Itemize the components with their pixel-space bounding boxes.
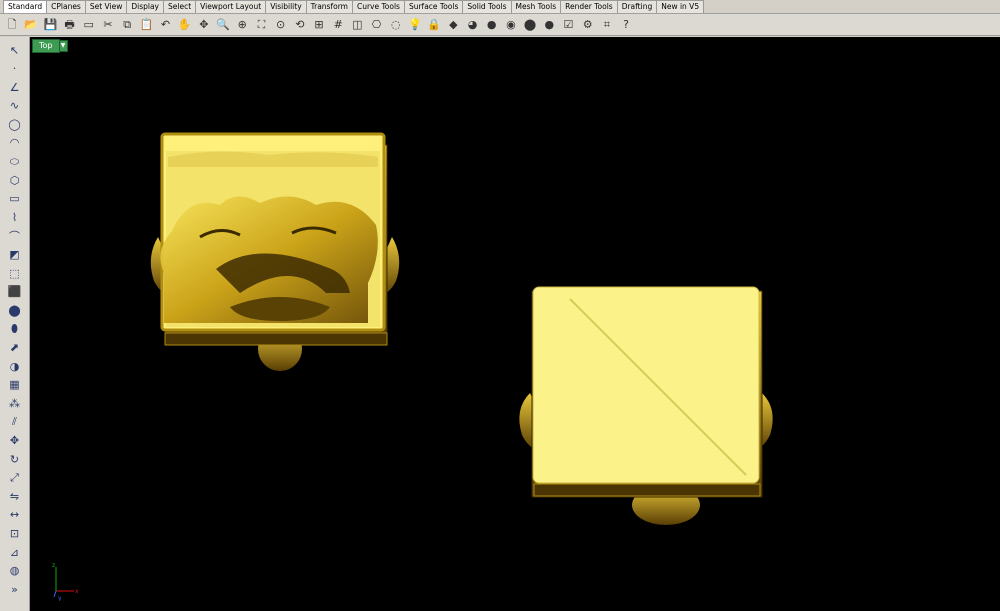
print-icon[interactable]: 🖶 xyxy=(62,17,78,33)
axis-x-label: x xyxy=(75,588,79,595)
cylinder-icon[interactable]: ⬮ xyxy=(5,321,25,337)
left-sidebar-toolbar: ↖ · ∠ ∿ ◯ ◠ ⬭ ⬡ ▭ ⌇ ⌒ ◩ ⬚ ⬛ ⬤ ⬮ ⬈ ◑ ▦ ⁂ ⫽ ✥ ↻ ⤢ ⇋ ↔ ⊡ ⊿ ◍ » xyxy=(0,37,30,611)
import-icon[interactable]: ▭ xyxy=(81,17,97,33)
help-icon[interactable]: ? xyxy=(618,17,634,33)
undo-icon[interactable]: ↶ xyxy=(158,17,174,33)
viewport-layout-icon[interactable]: ⊞ xyxy=(311,17,327,33)
mesh-icon[interactable]: ▦ xyxy=(5,377,25,393)
tab-cplanes[interactable]: CPlanes xyxy=(46,0,86,13)
analyze-icon[interactable]: ⊿ xyxy=(5,544,25,560)
top-viewport[interactable]: Top ▼ x z y xyxy=(30,37,1000,611)
standard-toolbar: 🗋 📂 💾 🖶 ▭ ✂ ⧉ 📋 ↶ ✋ ✥ 🔍 ⊕ ⛶ ⊙ ⟲ ⊞ # ◫ ⎔ ◌ 💡 🔒 ◆ ◕ ● ◉ ⬤ ● ☑ ⚙ ⌗? xyxy=(0,14,1000,36)
zoom-extents-icon[interactable]: ⛶ xyxy=(253,17,269,33)
mirror-icon[interactable]: ⇋ xyxy=(5,488,25,504)
scale-icon[interactable]: ⤢ xyxy=(5,470,25,486)
free-form-icon[interactable]: ⌇ xyxy=(5,209,25,225)
toolbar-tabs: Standard CPlanes Set View Display Select View… xyxy=(0,0,1000,14)
surface-curve-icon[interactable]: ⬚ xyxy=(5,265,25,281)
rotate-view-icon[interactable]: ⟲ xyxy=(292,17,308,33)
extrude-icon[interactable]: ⬈ xyxy=(5,340,25,356)
boolean-icon[interactable]: ◑ xyxy=(5,358,25,374)
zoom-selected-icon[interactable]: ⊙ xyxy=(273,17,289,33)
tab-visibility[interactable]: Visibility xyxy=(265,0,307,13)
color-wheel-icon[interactable]: ◕ xyxy=(465,17,481,33)
tab-curve-tools[interactable]: Curve Tools xyxy=(351,0,405,13)
shaded-sphere-icon[interactable]: ⬤ xyxy=(522,17,538,33)
tab-new-in-v5[interactable]: New in V5 xyxy=(656,0,705,13)
rotate-icon[interactable]: ↻ xyxy=(5,451,25,467)
polygon-icon[interactable]: ⬡ xyxy=(5,172,25,188)
surface-corner-icon[interactable]: ◩ xyxy=(5,247,25,263)
open-icon[interactable]: 📂 xyxy=(23,17,39,33)
zoom-window-icon[interactable]: ⊕ xyxy=(234,17,250,33)
light-bulb-icon[interactable]: 💡 xyxy=(407,17,423,33)
select-arrow-icon[interactable]: ↖ xyxy=(5,42,25,58)
circle-icon[interactable]: ◯ xyxy=(5,116,25,132)
cut-icon[interactable]: ✂ xyxy=(100,17,116,33)
grid-icon[interactable]: # xyxy=(330,17,346,33)
layer-icon[interactable]: ◆ xyxy=(445,17,461,33)
gear-icon[interactable]: ⚙ xyxy=(580,17,596,33)
tab-set-view[interactable]: Set View xyxy=(84,0,128,13)
tab-surface-tools[interactable]: Surface Tools xyxy=(403,0,464,13)
sphere-solid-icon[interactable]: ⬤ xyxy=(5,302,25,318)
paste-icon[interactable]: 📋 xyxy=(138,17,154,33)
save-icon[interactable]: 💾 xyxy=(42,17,58,33)
tab-display[interactable]: Display xyxy=(126,0,164,13)
fillet-icon[interactable]: ⌒ xyxy=(5,228,25,244)
snapshot-icon[interactable]: ⌗ xyxy=(599,17,615,33)
pan-icon[interactable]: ✋ xyxy=(177,17,193,33)
render-icon[interactable]: ◍ xyxy=(5,563,25,579)
tab-solid-tools[interactable]: Solid Tools xyxy=(462,0,512,13)
tab-standard[interactable]: Standard xyxy=(3,0,48,13)
array-icon[interactable]: ⁂ xyxy=(5,395,25,411)
axis-z-label: z xyxy=(52,562,55,569)
rectangle-icon[interactable]: ▭ xyxy=(5,191,25,207)
hide-icon[interactable]: ◌ xyxy=(388,17,404,33)
select-curves-icon[interactable]: ⎔ xyxy=(369,17,385,33)
box-solid-icon[interactable]: ⬛ xyxy=(5,284,25,300)
axis-y-label: y xyxy=(58,595,62,601)
lock-icon[interactable]: 🔒 xyxy=(426,17,442,33)
move-icon[interactable]: ✥ xyxy=(5,432,25,448)
tab-select[interactable]: Select xyxy=(163,0,197,13)
tab-viewport-layout[interactable]: Viewport Layout xyxy=(195,0,267,13)
ring-model-left[interactable] xyxy=(150,132,400,371)
group-icon[interactable]: ⊡ xyxy=(5,525,25,541)
rendered-sphere-icon[interactable]: ● xyxy=(541,17,557,33)
copy-icon[interactable]: ⧉ xyxy=(119,17,135,33)
options-icon[interactable]: ☑ xyxy=(560,17,576,33)
render-sphere-icon[interactable]: ◉ xyxy=(503,17,519,33)
tab-render-tools[interactable]: Render Tools xyxy=(560,0,618,13)
more-icon[interactable]: » xyxy=(5,581,25,597)
polyline-icon[interactable]: ∠ xyxy=(5,79,25,95)
move-view-icon[interactable]: ✥ xyxy=(196,17,212,33)
material-icon[interactable]: ● xyxy=(484,17,500,33)
ring-model-right[interactable] xyxy=(519,286,773,525)
tab-transform[interactable]: Transform xyxy=(305,0,353,13)
point-icon[interactable]: · xyxy=(5,61,25,77)
tab-mesh-tools[interactable]: Mesh Tools xyxy=(510,0,562,13)
cplane-icon[interactable]: ◫ xyxy=(349,17,365,33)
model-render xyxy=(150,132,773,525)
curve-icon[interactable]: ∿ xyxy=(5,98,25,114)
world-axis-icon: x z y xyxy=(52,562,79,601)
dimension-icon[interactable]: ↔ xyxy=(5,507,25,523)
zoom-icon[interactable]: 🔍 xyxy=(215,17,231,33)
new-file-icon[interactable]: 🗋 xyxy=(4,17,20,33)
tab-drafting[interactable]: Drafting xyxy=(616,0,658,13)
arc-icon[interactable]: ◠ xyxy=(5,135,25,151)
split-icon[interactable]: ⫽ xyxy=(5,414,25,430)
ellipse-icon[interactable]: ⬭ xyxy=(5,154,25,170)
